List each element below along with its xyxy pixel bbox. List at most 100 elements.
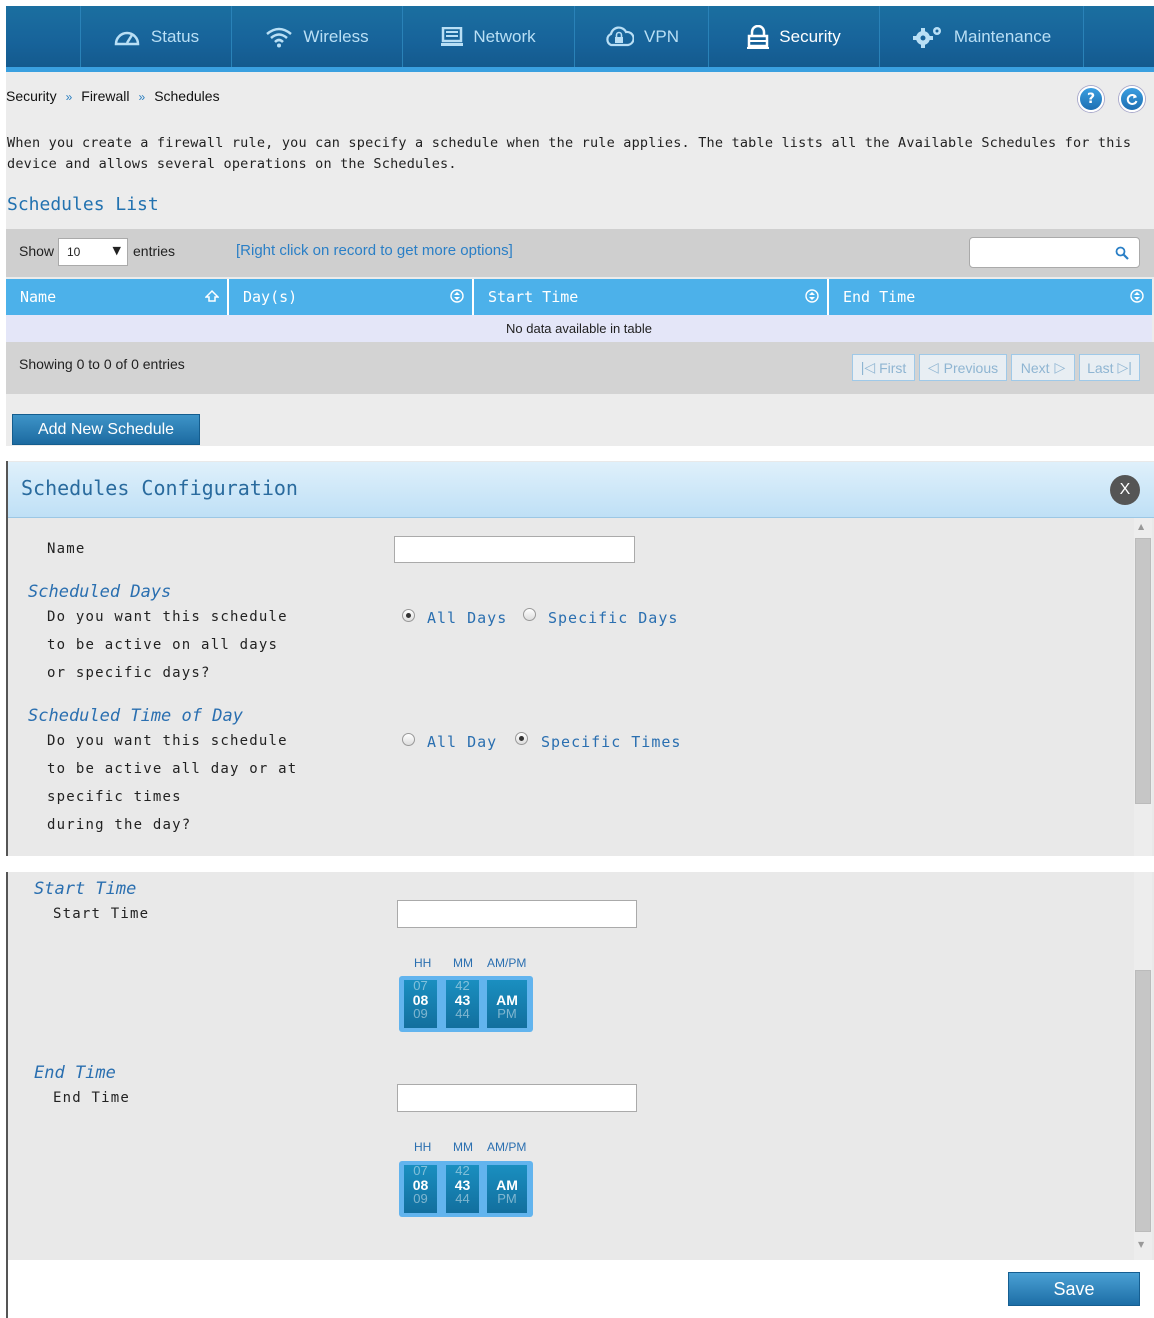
- days-question: Do you want this schedule to be active o…: [47, 603, 288, 687]
- start-hour-prev: 07: [413, 980, 428, 993]
- scroll-up-icon[interactable]: ▲: [1138, 522, 1144, 531]
- all-days-radio[interactable]: [402, 609, 415, 622]
- all-days-label[interactable]: All Days: [427, 609, 507, 627]
- specific-days-label[interactable]: Specific Days: [548, 609, 678, 627]
- last-icon: ▷|: [1117, 359, 1132, 375]
- scroll-down-icon[interactable]: ▼: [1138, 1240, 1144, 1249]
- end-ampm-next: PM: [497, 1191, 517, 1206]
- nav-wireless-label: Wireless: [303, 26, 369, 46]
- refresh-icon[interactable]: [1119, 86, 1145, 112]
- all-day-label[interactable]: All Day: [427, 733, 497, 751]
- end-hour-spinner[interactable]: 07 08 09: [404, 1165, 437, 1213]
- pager-first-label: First: [879, 359, 907, 376]
- nav-maintenance[interactable]: Maintenance: [880, 6, 1084, 67]
- breadcrumb: Security » Firewall » Schedules: [6, 88, 220, 104]
- column-name-label: Name: [20, 288, 57, 306]
- entries-label: entries: [133, 243, 176, 259]
- dialog-scrollbar[interactable]: ▼: [1134, 872, 1152, 1260]
- start-ampm-spinner[interactable]: AM PM: [487, 980, 527, 1028]
- start-time-heading: Start Time: [34, 879, 137, 899]
- pager-previous-button[interactable]: ◁ Previous: [919, 354, 1007, 381]
- name-input[interactable]: [394, 536, 635, 563]
- start-time-input[interactable]: [397, 900, 637, 928]
- show-label: Show: [19, 243, 55, 259]
- gears-icon: [912, 26, 941, 48]
- nav-wireless[interactable]: Wireless: [232, 6, 403, 67]
- nav-status-label: Status: [150, 26, 200, 46]
- pager-first-button[interactable]: |◁ First: [852, 354, 915, 381]
- nav-status[interactable]: Status: [80, 6, 232, 67]
- breadcrumb-separator: »: [138, 90, 146, 104]
- monitor-icon: [441, 26, 464, 46]
- page-description: When you create a firewall rule, you can…: [7, 135, 1132, 172]
- help-icon[interactable]: ?: [1078, 86, 1104, 112]
- nav-vpn[interactable]: VPN: [575, 6, 709, 67]
- specific-days-radio[interactable]: [523, 608, 536, 621]
- breadcrumb-separator: »: [65, 90, 73, 104]
- end-ampm-spinner[interactable]: AM PM: [487, 1165, 527, 1213]
- days-question-line: to be active on all days: [47, 637, 279, 653]
- pager-next-label: Next: [1020, 359, 1050, 376]
- start-hour-next: 09: [413, 1006, 428, 1021]
- nav-vpn-label: VPN: [644, 26, 679, 46]
- end-hh-header: HH: [414, 1140, 432, 1154]
- context-hint: [Right click on record to get more optio…: [236, 242, 513, 259]
- scrollbar-thumb[interactable]: [1135, 538, 1151, 804]
- specific-times-radio[interactable]: [515, 732, 528, 745]
- scrollbar-thumb[interactable]: [1135, 970, 1151, 1232]
- start-hh-header: HH: [414, 956, 432, 970]
- column-end-time-label: End Time: [843, 288, 916, 306]
- end-minute-spinner[interactable]: 42 43 44: [446, 1165, 479, 1213]
- scheduled-time-heading: Scheduled Time of Day: [28, 706, 243, 726]
- gauge-icon: [114, 31, 140, 45]
- start-hour-spinner[interactable]: 07 08 09: [404, 980, 437, 1028]
- top-navigation: Status Wireless Network VPN Security Mai…: [6, 6, 1154, 72]
- column-end-time[interactable]: End Time: [829, 279, 1152, 315]
- specific-times-label[interactable]: Specific Times: [541, 733, 681, 751]
- save-button[interactable]: Save: [1008, 1272, 1140, 1306]
- end-time-input[interactable]: [397, 1084, 637, 1112]
- start-minute-spinner[interactable]: 42 43 44: [446, 980, 479, 1028]
- column-name[interactable]: Name: [6, 279, 229, 315]
- all-day-radio[interactable]: [402, 733, 415, 746]
- end-mm-header: MM: [453, 1140, 473, 1154]
- entries-select[interactable]: 10 ▼: [58, 238, 128, 266]
- pager-last-button[interactable]: Last ▷|: [1079, 354, 1140, 381]
- entries-select-value: 10: [67, 245, 81, 259]
- table-header: Name Day(s) Start Time End Time: [6, 279, 1152, 315]
- table-info: Showing 0 to 0 of 0 entries: [19, 356, 185, 372]
- search-input[interactable]: [969, 237, 1140, 268]
- nav-network[interactable]: Network: [403, 6, 575, 67]
- dialog-footer: [6, 1260, 1154, 1318]
- column-start-time-label: Start Time: [488, 288, 579, 306]
- end-minute-next: 44: [455, 1191, 470, 1206]
- breadcrumb-security[interactable]: Security: [6, 88, 57, 104]
- add-new-schedule-button[interactable]: Add New Schedule: [12, 414, 200, 445]
- days-question-line: Do you want this schedule: [47, 609, 288, 625]
- time-question-line: during the day?: [47, 817, 192, 833]
- end-hour-prev: 07: [413, 1165, 428, 1178]
- time-question-line: to be active all day or at: [47, 761, 298, 777]
- start-minute-prev: 42: [455, 980, 470, 993]
- pager-previous-label: Previous: [943, 359, 999, 376]
- nav-network-label: Network: [473, 26, 536, 46]
- column-start-time[interactable]: Start Time: [474, 279, 829, 315]
- pager-last-label: Last: [1087, 359, 1114, 376]
- nav-security[interactable]: Security: [709, 6, 880, 67]
- nav-maintenance-label: Maintenance: [953, 26, 1052, 46]
- dialog-title: Schedules Configuration: [21, 476, 298, 500]
- first-icon: |◁: [860, 359, 876, 375]
- scheduled-days-heading: Scheduled Days: [28, 582, 172, 602]
- dialog-scrollbar[interactable]: ▲: [1134, 518, 1152, 856]
- schedules-list-title: Schedules List: [7, 194, 159, 215]
- close-button[interactable]: X: [1110, 475, 1140, 505]
- next-icon: ▷: [1054, 359, 1066, 375]
- column-days-label: Day(s): [243, 288, 298, 306]
- end-time-picker: 07 08 09 42 43 44 AM PM: [399, 1161, 533, 1217]
- start-mm-header: MM: [453, 956, 473, 970]
- pager-next-button[interactable]: Next ▷: [1011, 354, 1075, 381]
- wifi-icon: [266, 27, 293, 47]
- column-days[interactable]: Day(s): [229, 279, 474, 315]
- time-question-line: Do you want this schedule: [47, 733, 288, 749]
- breadcrumb-firewall[interactable]: Firewall: [81, 88, 129, 104]
